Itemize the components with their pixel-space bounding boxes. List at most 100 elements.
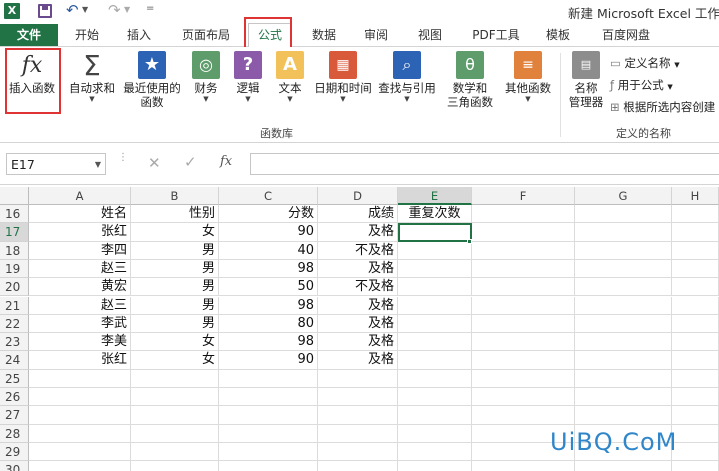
- tab-templates[interactable]: 模板: [536, 25, 580, 45]
- column-header-b[interactable]: B: [131, 187, 219, 205]
- formula-input[interactable]: [250, 153, 719, 175]
- cell-g21[interactable]: [575, 296, 672, 315]
- cell-d27[interactable]: [318, 406, 398, 425]
- cell-b25[interactable]: [131, 369, 219, 388]
- text-button[interactable]: A 文本 ▼: [272, 51, 308, 103]
- row-header-26[interactable]: 26: [0, 388, 29, 407]
- cell-g17[interactable]: [575, 223, 672, 242]
- cell-f19[interactable]: [472, 259, 575, 279]
- cell-d23[interactable]: 及格: [318, 333, 398, 352]
- tab-page-layout[interactable]: 页面布局: [174, 25, 238, 45]
- cell-c28[interactable]: [219, 424, 318, 443]
- cell-a18[interactable]: 李四: [29, 241, 131, 260]
- cell-f22[interactable]: [472, 314, 575, 334]
- row-header-20[interactable]: 20: [0, 278, 29, 297]
- create-from-selection-button[interactable]: ⊞ 根据所选内容创建: [610, 99, 715, 115]
- cell-h27[interactable]: [672, 406, 719, 425]
- cell-b27[interactable]: [131, 406, 219, 425]
- cell-e29[interactable]: [398, 442, 472, 462]
- cell-h16[interactable]: [672, 205, 719, 224]
- cell-a19[interactable]: 赵三: [29, 259, 131, 279]
- cell-a17[interactable]: 张红: [29, 223, 131, 242]
- cell-c26[interactable]: [219, 388, 318, 407]
- tab-data[interactable]: 数据: [302, 25, 346, 45]
- row-header-17[interactable]: 17: [0, 223, 29, 242]
- cell-g26[interactable]: [575, 388, 672, 407]
- cell-h25[interactable]: [672, 369, 719, 388]
- cell-h30[interactable]: [672, 461, 719, 471]
- redo-icon[interactable]: ↷: [108, 1, 121, 19]
- column-header-g[interactable]: G: [575, 187, 672, 205]
- cell-f30[interactable]: [472, 461, 575, 471]
- datetime-button[interactable]: ▦ 日期和时间 ▼: [310, 51, 376, 103]
- cell-g25[interactable]: [575, 369, 672, 388]
- more-functions-button[interactable]: ≡ 其他函数 ▼: [502, 51, 554, 103]
- cell-c30[interactable]: [219, 461, 318, 471]
- cell-f25[interactable]: [472, 369, 575, 388]
- cell-d21[interactable]: 及格: [318, 296, 398, 315]
- math-trig-button[interactable]: θ 数学和 三角函数: [442, 51, 498, 109]
- cell-h21[interactable]: [672, 296, 719, 315]
- column-header-f[interactable]: F: [472, 187, 575, 205]
- cell-a25[interactable]: [29, 369, 131, 388]
- cell-f16[interactable]: [472, 205, 575, 224]
- column-header-d[interactable]: D: [318, 187, 398, 205]
- cell-a26[interactable]: [29, 388, 131, 407]
- cell-e30[interactable]: [398, 461, 472, 471]
- cell-b30[interactable]: [131, 461, 219, 471]
- cell-d20[interactable]: 不及格: [318, 278, 398, 297]
- cell-f18[interactable]: [472, 241, 575, 260]
- financial-button[interactable]: ◎ 财务 ▼: [188, 51, 224, 103]
- cell-e18[interactable]: [398, 241, 472, 260]
- customize-qat-icon[interactable]: =: [146, 3, 154, 14]
- cell-c20[interactable]: 50: [219, 278, 318, 297]
- undo-dropdown-icon[interactable]: ▼: [82, 5, 88, 14]
- tab-view[interactable]: 视图: [408, 25, 452, 45]
- cell-a24[interactable]: 张红: [29, 351, 131, 370]
- column-header-h[interactable]: H: [672, 187, 719, 205]
- cell-c22[interactable]: 80: [219, 314, 318, 334]
- cell-b21[interactable]: 男: [131, 296, 219, 315]
- cell-f21[interactable]: [472, 296, 575, 315]
- cell-e24[interactable]: [398, 351, 472, 370]
- tab-home[interactable]: 开始: [66, 25, 108, 45]
- row-header-23[interactable]: 23: [0, 333, 29, 352]
- cell-g24[interactable]: [575, 351, 672, 370]
- cell-e28[interactable]: [398, 424, 472, 443]
- selected-cell-e17[interactable]: [398, 223, 472, 242]
- cell-h29[interactable]: [672, 442, 719, 462]
- define-name-button[interactable]: ▭ 定义名称 ▼: [610, 55, 680, 71]
- row-header-21[interactable]: 21: [0, 296, 29, 315]
- name-manager-button[interactable]: ▤ 名称 管理器: [564, 51, 608, 109]
- cell-a27[interactable]: [29, 406, 131, 425]
- cell-e23[interactable]: [398, 333, 472, 352]
- column-header-c[interactable]: C: [219, 187, 318, 205]
- cell-b24[interactable]: 女: [131, 351, 219, 370]
- cell-f24[interactable]: [472, 351, 575, 370]
- tab-review[interactable]: 审阅: [354, 25, 398, 45]
- lookup-button[interactable]: ⌕ 查找与引用 ▼: [376, 51, 438, 103]
- cell-b19[interactable]: 男: [131, 259, 219, 279]
- row-header-22[interactable]: 22: [0, 314, 29, 334]
- autosum-button[interactable]: Σ 自动求和 ▼: [66, 51, 118, 104]
- row-header-28[interactable]: 28: [0, 424, 29, 443]
- cell-d18[interactable]: 不及格: [318, 241, 398, 260]
- row-header-30[interactable]: 30: [0, 461, 29, 471]
- row-header-29[interactable]: 29: [0, 442, 29, 462]
- cell-e26[interactable]: [398, 388, 472, 407]
- row-header-24[interactable]: 24: [0, 351, 29, 370]
- cell-g20[interactable]: [575, 278, 672, 297]
- cell-e20[interactable]: [398, 278, 472, 297]
- cell-b29[interactable]: [131, 442, 219, 462]
- cell-e27[interactable]: [398, 406, 472, 425]
- cell-b18[interactable]: 男: [131, 241, 219, 260]
- cell-g19[interactable]: [575, 259, 672, 279]
- save-icon[interactable]: [38, 4, 52, 18]
- cell-a28[interactable]: [29, 424, 131, 443]
- cell-a16[interactable]: 姓名: [29, 205, 131, 224]
- cell-a30[interactable]: [29, 461, 131, 471]
- recently-used-button[interactable]: ★ 最近使用的 函数: [120, 51, 184, 109]
- undo-icon[interactable]: ↶: [66, 1, 79, 19]
- use-in-formula-button[interactable]: ƒ 用于公式 ▼: [610, 77, 673, 93]
- name-box[interactable]: E17 ▼: [6, 153, 106, 175]
